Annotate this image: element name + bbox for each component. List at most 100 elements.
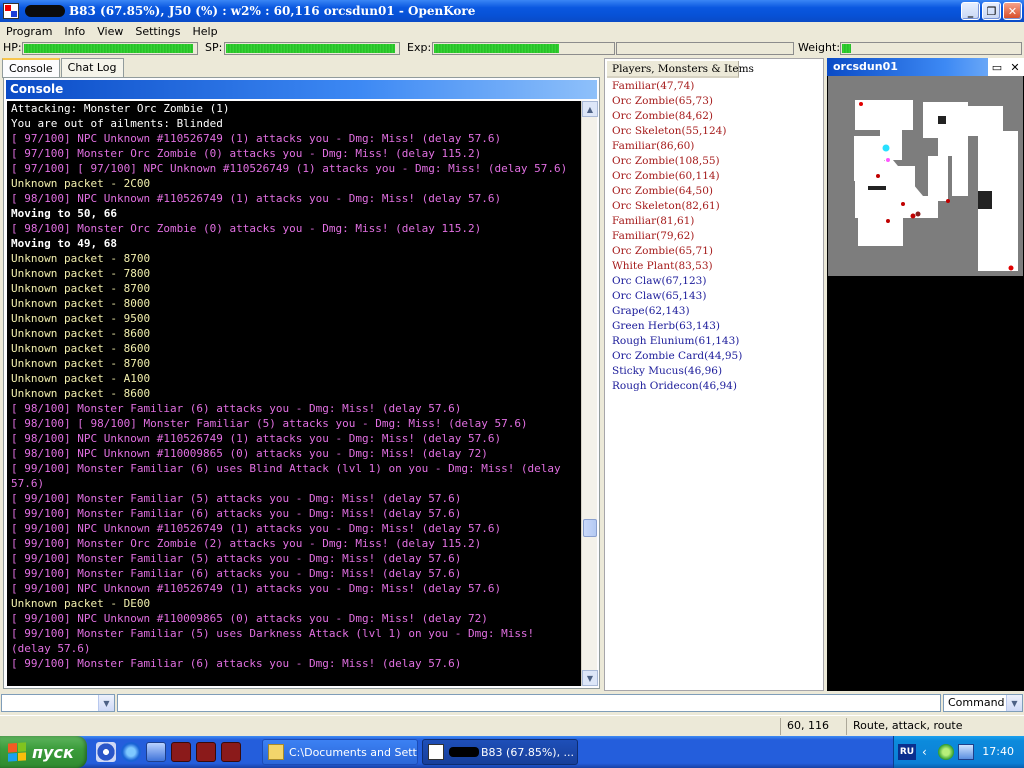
monster-entry[interactable]: Orc Zombie(64,50) [612,184,822,199]
sp-bar [224,42,400,55]
console-panel: Console Attacking: Monster Orc Zombie (1… [3,77,600,689]
console-line: Unknown packet - 8700 [11,252,151,265]
console-line: Moving to 50, 66 [11,207,117,220]
console-line: [ 99/100] Monster Familiar (5) uses Dark… [11,627,541,655]
scroll-thumb[interactable] [583,519,597,537]
item-entry[interactable]: Orc Zombie Card(44,95) [612,349,822,364]
console-line: [ 98/100] [ 98/100] Monster Familiar (5)… [11,417,528,430]
command-input[interactable] [117,694,941,712]
coords-status: 60, 116 [780,718,846,735]
chevron-down-icon[interactable]: ▼ [98,695,114,711]
monster-entry[interactable]: Orc Skeleton(55,124) [612,124,822,139]
monster-entry[interactable]: Orc Zombie(108,55) [612,154,822,169]
menu-program[interactable]: Program [0,25,58,38]
console-scrollbar[interactable]: ▲ ▼ [581,101,598,686]
media-player-icon[interactable] [96,742,116,762]
menu-settings[interactable]: Settings [129,25,186,38]
minimap-svg [828,76,1023,276]
console-line: Unknown packet - 9500 [11,312,151,325]
monster-entry[interactable]: Familiar(86,60) [612,139,822,154]
item-entry[interactable]: Orc Claw(67,123) [612,274,822,289]
console-line: You are out of ailments: Blinded [11,117,223,130]
scroll-up-button[interactable]: ▲ [582,101,598,117]
tab-console[interactable]: Console [2,58,60,78]
hp-bar-fill [24,44,193,53]
console-line: [ 98/100] Monster Orc Zombie (0) attacks… [11,222,482,235]
internet-explorer-icon[interactable] [121,742,141,762]
taskbar-openkore-window[interactable]: B83 (67.85%), ... [422,739,578,765]
console-line: [ 97/100] [ 97/100] NPC Unknown #1105267… [11,162,568,175]
target-select[interactable]: ▼ [1,694,115,712]
item-entry[interactable]: Green Herb(63,143) [612,319,822,334]
scroll-down-button[interactable]: ▼ [582,670,598,686]
menu-view[interactable]: View [91,25,129,38]
monster-entry[interactable]: White Plant(83,53) [612,259,822,274]
window-titlebar[interactable]: B83 (67.85%), J50 (%) : w2% : 60,116 orc… [0,0,1024,22]
console-line: Unknown packet - 8700 [11,282,151,295]
game-launcher-icon[interactable] [196,742,216,762]
clock: 17:40 [982,745,1014,758]
map-maximize-button[interactable]: ▭ [988,58,1006,76]
chevron-down-icon[interactable]: ▼ [1006,695,1022,711]
language-indicator[interactable]: RU [898,744,916,760]
console-line: [ 98/100] NPC Unknown #110526749 (1) att… [11,432,502,445]
game-launcher-icon[interactable] [171,742,191,762]
show-desktop-icon[interactable] [146,742,166,762]
menu-info[interactable]: Info [58,25,91,38]
console-line: [ 99/100] Monster Familiar (5) attacks y… [11,492,462,505]
monster-entry[interactable]: Familiar(79,62) [612,229,822,244]
console-line: Attacking: Monster Orc Zombie (1) [11,102,230,115]
openkore-app-icon [428,744,444,760]
command-type-select[interactable]: Command ▼ [943,694,1023,712]
monster-entry[interactable]: Orc Skeleton(82,61) [612,199,822,214]
console-line: [ 99/100] NPC Unknown #110526749 (1) att… [11,522,502,535]
console-line: [ 97/100] NPC Unknown #110526749 (1) att… [11,132,502,145]
close-button[interactable]: ✕ [1003,2,1022,20]
console-output[interactable]: Attacking: Monster Orc Zombie (1) You are… [7,101,581,686]
minimap[interactable] [828,76,1023,276]
tab-chat-log[interactable]: Chat Log [60,58,124,77]
monster-entry[interactable]: Familiar(47,74) [612,79,822,94]
status-bars: HP: SP: Exp: Weight: [0,40,1024,56]
map-close-button[interactable]: ✕ [1006,58,1024,76]
monster-entry[interactable]: Familiar(81,61) [612,214,822,229]
taskbar-explorer-label: C:\Documents and Sett... [289,745,418,759]
console-line: [ 99/100] NPC Unknown #110526749 (1) att… [11,582,502,595]
console-line: Unknown packet - 7800 [11,267,151,280]
item-entry[interactable]: Sticky Mucus(46,96) [612,364,822,379]
minimize-button[interactable]: _ [961,2,980,20]
hp-label: HP: [3,41,22,54]
monster-entry[interactable]: Orc Zombie(84,62) [612,109,822,124]
item-entry[interactable]: Orc Claw(65,143) [612,289,822,304]
map-name: orcsdun01 [833,60,898,73]
console-line: Unknown packet - DE00 [11,597,151,610]
maximize-button[interactable]: ❐ [982,2,1001,20]
taskbar-explorer-window[interactable]: C:\Documents and Sett... [262,739,418,765]
menu-help[interactable]: Help [186,25,223,38]
openkore-app-icon [3,3,19,19]
console-line: Unknown packet - 8000 [11,297,151,310]
console-line: [ 99/100] NPC Unknown #110009865 (0) att… [11,612,488,625]
chevron-left-icon[interactable]: ‹ [922,745,927,759]
folder-icon [268,744,284,760]
item-entry[interactable]: Rough Oridecon(46,94) [612,379,822,394]
redacted-character-name [449,747,479,757]
monster-entry[interactable]: Orc Zombie(65,73) [612,94,822,109]
status-bar: 60, 116 Route, attack, route [0,715,1024,736]
item-entry[interactable]: Rough Elunium(61,143) [612,334,822,349]
network-icon[interactable] [958,744,974,760]
entity-list-header[interactable]: Players, Monsters & Items [607,61,754,78]
start-button[interactable]: пуск [0,736,87,768]
menu-bar: Program Info View Settings Help [0,22,1024,40]
console-line: [ 99/100] Monster Familiar (6) attacks y… [11,567,462,580]
item-entry[interactable]: Grape(62,143) [612,304,822,319]
tray-app-icon[interactable] [938,744,954,760]
taskbar-openkore-label: B83 (67.85%), ... [481,745,575,759]
hp-bar [22,42,198,55]
monster-entry[interactable]: Orc Zombie(60,114) [612,169,822,184]
weight-bar [840,42,1022,55]
game-launcher-icon[interactable] [221,742,241,762]
entity-list-panel: Players, Monsters & Items Familiar(47,74… [604,58,824,691]
console-line: Unknown packet - 8600 [11,387,151,400]
monster-entry[interactable]: Orc Zombie(65,71) [612,244,822,259]
